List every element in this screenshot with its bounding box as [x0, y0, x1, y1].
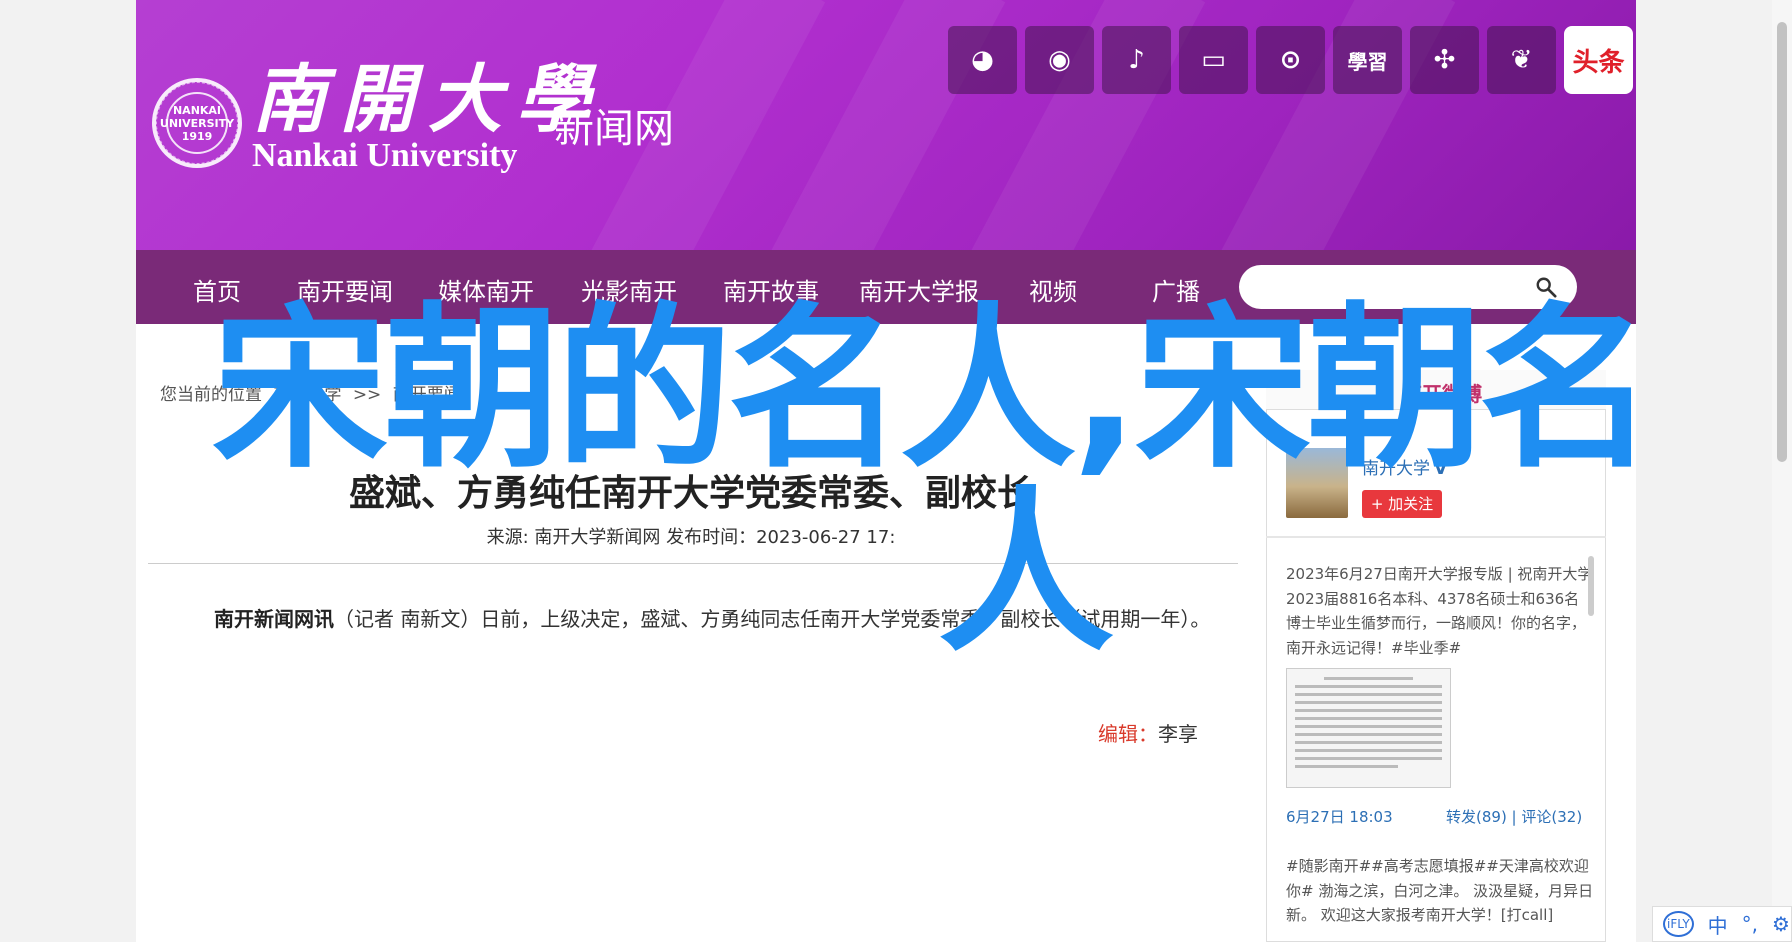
editor-name: 李享	[1158, 722, 1198, 746]
plant-icon[interactable]: ❦	[1487, 26, 1556, 94]
panel-divider	[1266, 536, 1606, 538]
weibo-post-2-text: #随影南开##高考志愿填报##天津高校欢迎你# 渤海之滨，白河之津。 汲汲星疑，…	[1286, 857, 1594, 924]
post-stats[interactable]: 转发(89) | 评论(32)	[1446, 806, 1582, 827]
overlay-title-line2: 人	[938, 471, 1115, 676]
network-icon[interactable]: ✣	[1410, 26, 1479, 94]
header-banner: NANKAI UNIVERSITY 1919 南開大學 Nankai Unive…	[136, 0, 1636, 250]
panel-scrollbar[interactable]	[1588, 556, 1594, 616]
ime-language-toggle[interactable]: 中	[1708, 910, 1728, 939]
wechat-icon[interactable]: ◕	[948, 26, 1017, 94]
post-date[interactable]: 6月27日 18:03	[1286, 808, 1393, 826]
social-icons: ◕ ◉ ♪ ▭ ⊙ 學習 ✣ ❦ 头条	[948, 26, 1633, 94]
editor-label: 编辑：	[1098, 722, 1158, 746]
logo-subtitle: 新闻网	[554, 106, 674, 152]
bilibili-icon[interactable]: ▭	[1179, 26, 1248, 94]
lead-source: 南开新闻网讯	[214, 607, 334, 631]
gear-icon[interactable]: ⚙	[1772, 912, 1790, 936]
weibo-post-text: 2023年6月27日南开大学报专版 | 祝南开大学2023届8816名本科、43…	[1286, 565, 1593, 657]
douyin-icon[interactable]: ♪	[1102, 26, 1171, 94]
ime-punct-icon[interactable]: °,	[1742, 912, 1758, 936]
ime-toolbar: iFLY 中 °, ⚙	[1652, 906, 1792, 942]
overlay-title-line1: 宋朝的名人,宋朝名	[212, 287, 1655, 492]
article-editor: 编辑：李享	[1098, 718, 1198, 747]
post-image[interactable]	[1286, 668, 1451, 788]
page-scrollbar[interactable]	[1772, 0, 1792, 942]
follow-button[interactable]: + 加关注	[1362, 490, 1442, 518]
page: NANKAI UNIVERSITY 1919 南開大學 Nankai Unive…	[136, 0, 1655, 942]
university-seal-icon[interactable]: NANKAI UNIVERSITY 1919	[152, 78, 242, 168]
weibo-icon[interactable]: ◉	[1025, 26, 1094, 94]
toutiao-icon[interactable]: 头条	[1564, 26, 1633, 94]
kuaishou-icon[interactable]: ⊙	[1256, 26, 1325, 94]
ifly-logo-icon[interactable]: iFLY	[1663, 911, 1694, 937]
logo-chinese[interactable]: 南開大學	[252, 40, 604, 147]
logo-english[interactable]: Nankai University	[252, 137, 517, 175]
xuexi-icon[interactable]: 學習	[1333, 26, 1402, 94]
page-scrollbar-thumb[interactable]	[1777, 22, 1787, 462]
post-meta: 6月27日 18:03 转发(89) | 评论(32)	[1286, 806, 1594, 827]
